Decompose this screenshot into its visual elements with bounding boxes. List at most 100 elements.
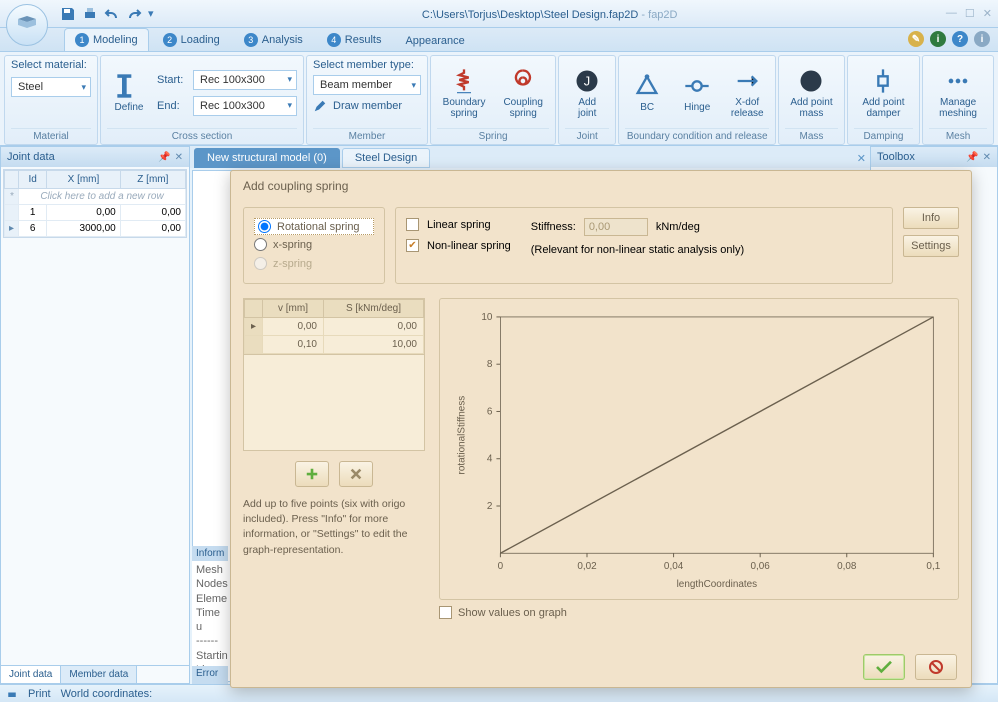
- radio-rotational-spring[interactable]: Rotational spring: [254, 218, 374, 235]
- tab-modeling[interactable]: 1Modeling: [64, 28, 149, 51]
- redo-icon[interactable]: [126, 6, 142, 22]
- pin-icon[interactable]: 📌: [966, 152, 978, 163]
- tab-results[interactable]: 4Results: [317, 29, 392, 51]
- member-type-combo[interactable]: Beam member: [313, 75, 421, 95]
- help-info-icon[interactable]: i: [930, 31, 946, 47]
- radio-x-spring[interactable]: x-spring: [254, 235, 374, 254]
- stiffness-input: [584, 218, 648, 236]
- xdof-icon: [733, 67, 761, 95]
- boundary-spring-button[interactable]: Boundary spring: [437, 65, 491, 121]
- points-grid[interactable]: v [mm]S [kNm/deg] ▸0,000,00 0,1010,00: [243, 298, 425, 355]
- joint-grid[interactable]: Id X [mm] Z [mm] *Click here to add a ne…: [3, 169, 187, 238]
- svg-text:0,08: 0,08: [837, 561, 857, 572]
- remove-point-button[interactable]: [339, 461, 373, 487]
- x-icon: [349, 467, 363, 481]
- ribbon: Select material: Steel Material Define S…: [0, 52, 998, 146]
- doc-tabs-close-icon[interactable]: ✕: [857, 152, 866, 165]
- material-label: Select material:: [11, 59, 87, 71]
- window-title: C:\Users\Torjus\Desktop\Steel Design.fap…: [154, 7, 946, 21]
- tab-joint-data[interactable]: Joint data: [1, 666, 61, 683]
- hinge-button[interactable]: Hinge: [675, 70, 719, 115]
- nope-icon: [928, 659, 944, 675]
- table-row: 0,1010,00: [245, 336, 424, 354]
- undo-icon[interactable]: [104, 6, 120, 22]
- panel-close-icon[interactable]: ✕: [175, 152, 183, 163]
- pencil-icon: [313, 99, 327, 113]
- svg-text:J: J: [584, 73, 590, 88]
- stiffness-label: Stiffness:: [531, 221, 576, 233]
- settings-button[interactable]: Settings: [903, 235, 959, 257]
- status-coords-label: World coordinates:: [61, 688, 153, 700]
- end-section-combo[interactable]: Rec 100x300: [193, 96, 297, 116]
- damper-icon: [869, 67, 897, 95]
- svg-text:0,02: 0,02: [577, 561, 597, 572]
- xdof-release-button[interactable]: X-dof release: [725, 65, 769, 121]
- define-section-button[interactable]: Define: [107, 70, 151, 115]
- joint-data-panel: Joint data 📌 ✕ Id X [mm] Z [mm] *Click h…: [0, 146, 190, 684]
- svg-text:0: 0: [498, 561, 504, 572]
- svg-text:0,1: 0,1: [926, 561, 940, 572]
- checkbox-show-values[interactable]: Show values on graph: [439, 606, 959, 619]
- check-icon: [875, 660, 893, 674]
- titlebar: ▾ C:\Users\Torjus\Desktop\Steel Design.f…: [0, 0, 998, 28]
- checkbox-linear-spring[interactable]: Linear spring: [406, 218, 511, 231]
- svg-text:8: 8: [487, 359, 493, 370]
- draw-member-button[interactable]: Draw member: [313, 99, 402, 113]
- print-icon[interactable]: [6, 688, 18, 700]
- spring-type-group: Rotational spring x-spring z-spring: [243, 207, 385, 284]
- bc-icon: [633, 72, 661, 100]
- boundary-spring-icon: [450, 67, 478, 95]
- coupling-spring-icon: [509, 67, 537, 95]
- error-panel-tab[interactable]: Error: [192, 666, 228, 684]
- close-button[interactable]: ✕: [983, 7, 992, 20]
- tab-member-data[interactable]: Member data: [61, 666, 137, 683]
- checkbox-nonlinear-spring[interactable]: Non-linear spring: [406, 239, 511, 252]
- status-print[interactable]: Print: [28, 688, 51, 700]
- plus-icon: [305, 467, 319, 481]
- table-row: ▸0,000,00: [245, 318, 424, 336]
- help-about-icon[interactable]: i: [974, 31, 990, 47]
- ok-button[interactable]: [863, 654, 905, 680]
- info-button[interactable]: Info: [903, 207, 959, 229]
- joint-icon: J: [573, 67, 601, 95]
- group-material: Material: [11, 128, 91, 144]
- tab-appearance[interactable]: Appearance: [395, 31, 474, 51]
- help-question-icon[interactable]: ?: [952, 31, 968, 47]
- add-coupling-spring-dialog: Add coupling spring Rotational spring x-…: [230, 170, 972, 688]
- manage-meshing-button[interactable]: Manage meshing: [929, 65, 987, 121]
- app-icon: [15, 13, 39, 37]
- maximize-button[interactable]: ☐: [965, 7, 975, 20]
- cancel-button[interactable]: [915, 654, 957, 680]
- table-row: 10,000,00: [5, 205, 186, 221]
- help-wand-icon[interactable]: ✎: [908, 31, 924, 47]
- doc-tab-new-model[interactable]: New structural model (0): [194, 148, 340, 168]
- add-point-mass-button[interactable]: Add point mass: [785, 65, 838, 121]
- stiffness-unit: kNm/deg: [656, 221, 700, 233]
- add-point-damper-button[interactable]: Add point damper: [854, 65, 913, 121]
- material-combo[interactable]: Steel: [11, 77, 91, 97]
- app-menu-button[interactable]: [6, 4, 48, 46]
- save-icon[interactable]: [60, 6, 76, 22]
- dialog-title: Add coupling spring: [231, 171, 971, 201]
- print-icon[interactable]: [82, 6, 98, 22]
- add-joint-button[interactable]: J Add joint: [565, 65, 609, 121]
- bc-button[interactable]: BC: [625, 70, 669, 115]
- svg-text:4: 4: [487, 454, 493, 465]
- mesh-icon: [944, 67, 972, 95]
- svg-text:0,06: 0,06: [751, 561, 771, 572]
- tab-analysis[interactable]: 3Analysis: [234, 29, 313, 51]
- tab-loading[interactable]: 2Loading: [153, 29, 230, 51]
- panel-close-icon[interactable]: ✕: [983, 152, 991, 163]
- svg-text:2: 2: [487, 501, 493, 512]
- start-section-combo[interactable]: Rec 100x300: [193, 70, 297, 90]
- points-hint: Add up to five points (six with origo in…: [243, 497, 425, 558]
- pin-icon[interactable]: 📌: [158, 152, 170, 163]
- add-point-button[interactable]: [295, 461, 329, 487]
- minimize-button[interactable]: —: [946, 7, 957, 20]
- table-row: ▸63000,000,00: [5, 221, 186, 237]
- document-tabstrip: New structural model (0) Steel Design ✕: [190, 146, 870, 168]
- svg-text:0,04: 0,04: [664, 561, 684, 572]
- nonlinear-note: (Relevant for non-linear static analysis…: [531, 244, 744, 256]
- doc-tab-steel-design[interactable]: Steel Design: [342, 148, 430, 168]
- coupling-spring-button[interactable]: Coupling spring: [497, 65, 549, 121]
